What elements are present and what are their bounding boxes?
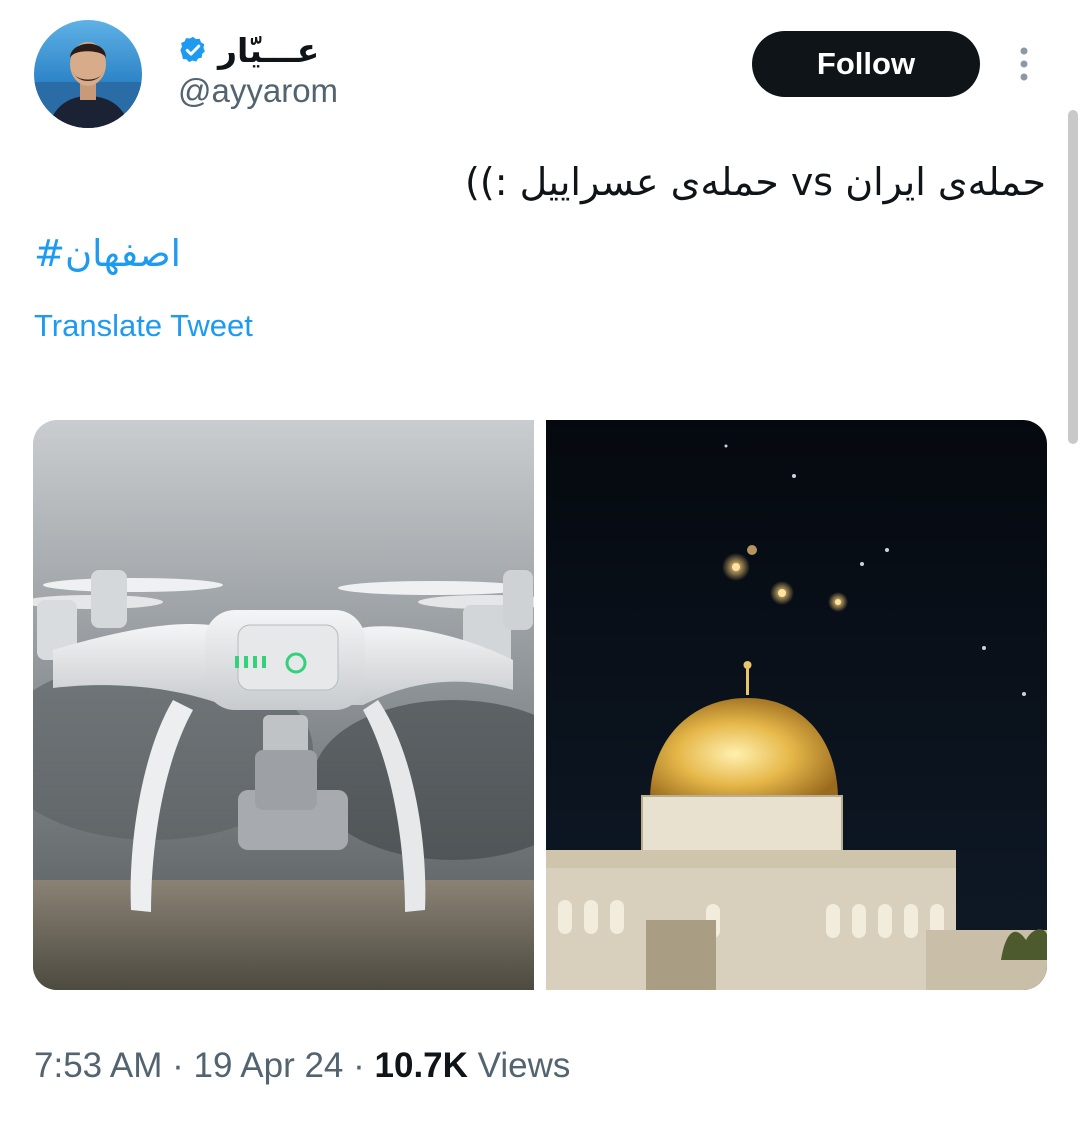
more-options-icon[interactable] bbox=[1012, 44, 1036, 84]
tweet-media bbox=[33, 420, 1047, 990]
meta-separator: · bbox=[353, 1046, 365, 1085]
verified-badge-icon bbox=[178, 35, 208, 65]
meta-separator: · bbox=[172, 1046, 184, 1085]
follow-button[interactable]: Follow bbox=[752, 31, 980, 97]
views-label: Views bbox=[477, 1046, 571, 1085]
author-handle[interactable]: @ayyarom bbox=[178, 72, 338, 110]
avatar[interactable] bbox=[34, 20, 142, 128]
tweet-text: حمله‌ی ایران vs حمله‌ی عسراییل :)) bbox=[465, 160, 1046, 204]
views-count: 10.7K bbox=[374, 1046, 468, 1085]
drone-photo[interactable] bbox=[33, 420, 534, 990]
dome-of-the-rock-night-photo[interactable] bbox=[546, 420, 1047, 990]
tweet-time[interactable]: 7:53 AM bbox=[34, 1046, 162, 1085]
tweet-meta: 7:53 AM · 19 Apr 24 · 10.7K Views bbox=[34, 1046, 570, 1086]
hashtag-link[interactable]: اصفهان# bbox=[34, 232, 181, 275]
translate-tweet-link[interactable]: Translate Tweet bbox=[34, 308, 253, 344]
tweet-date[interactable]: 19 Apr 24 bbox=[194, 1046, 344, 1085]
author-display-name[interactable]: عـــیّار bbox=[218, 31, 319, 70]
scrollbar[interactable] bbox=[1068, 110, 1078, 444]
